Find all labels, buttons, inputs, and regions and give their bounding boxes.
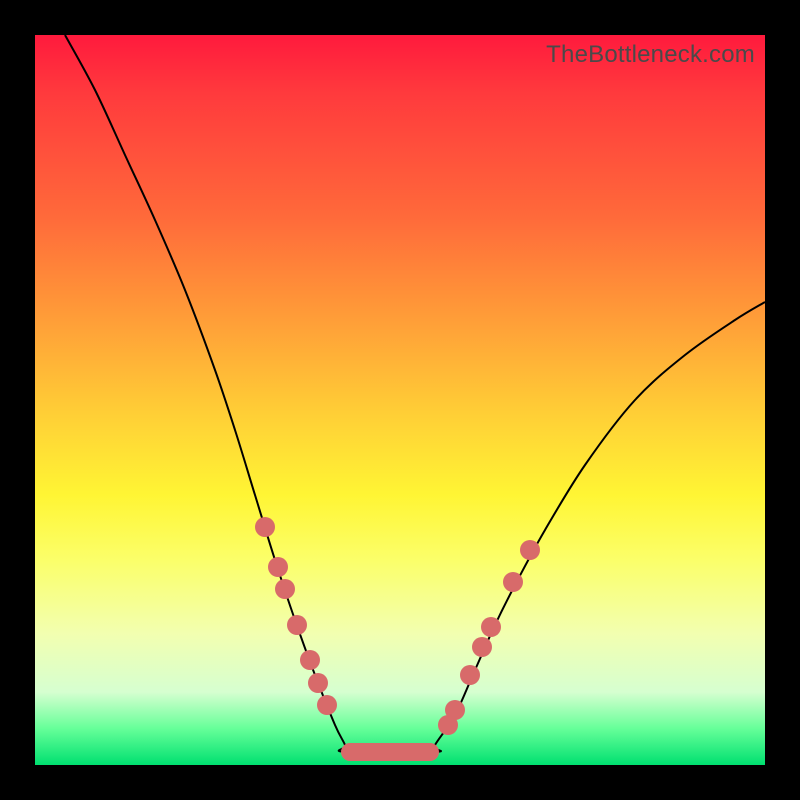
chart-plot-area: TheBottleneck.com [35,35,765,765]
marker-dot [300,650,320,670]
marker-dot [460,665,480,685]
marker-dot [275,579,295,599]
chart-svg [35,35,765,765]
marker-dot [520,540,540,560]
bottleneck-curve [65,35,765,753]
marker-dot [287,615,307,635]
marker-dot [317,695,337,715]
marker-group [255,517,540,735]
marker-dot [445,700,465,720]
chart-frame: TheBottleneck.com [0,0,800,800]
marker-dot [481,617,501,637]
marker-dot [472,637,492,657]
marker-dot [503,572,523,592]
marker-dot [255,517,275,537]
marker-dot [268,557,288,577]
marker-dot [308,673,328,693]
valley-pill [341,743,439,761]
